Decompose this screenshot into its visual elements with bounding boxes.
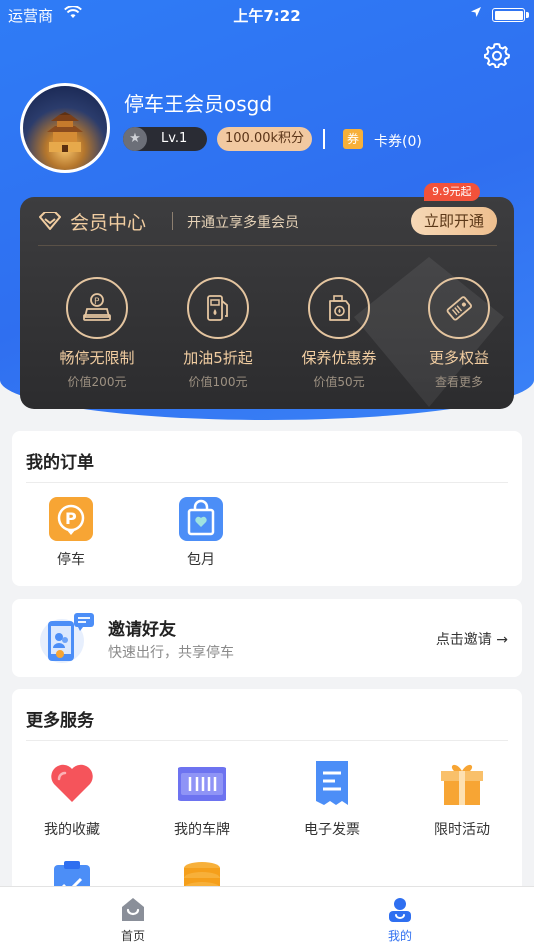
benefit-maintenance[interactable]: 保养优惠券 价值50元 (284, 277, 394, 390)
section-title: 更多服务 (26, 711, 94, 731)
coins-icon[interactable] (178, 859, 226, 889)
divider (323, 129, 325, 149)
benefit-value: 价值50元 (313, 375, 365, 389)
coupons-link[interactable]: 卡券(0) (374, 131, 422, 151)
benefit-title: 加油5折起 (183, 349, 253, 367)
location-arrow-icon (470, 6, 482, 22)
service-favorites[interactable]: 我的收藏 (12, 759, 132, 839)
license-plate-icon (176, 759, 228, 807)
vip-title: 会员中心 (70, 212, 147, 234)
benefit-parking[interactable]: P 畅停无限制 价值200元 (42, 277, 152, 390)
username: 停车王会员osgd (124, 92, 273, 116)
fuel-pump-icon (187, 277, 249, 339)
level-badge[interactable]: ★ Lv.1 (123, 127, 207, 151)
benefit-value: 价值100元 (188, 375, 248, 389)
order-parking[interactable]: P 停车 (36, 497, 106, 569)
invite-title: 邀请好友 (108, 620, 176, 640)
invite-subtitle: 快速出行，共享停车 (108, 645, 234, 661)
order-monthly[interactable]: 包月 (166, 497, 236, 569)
service-label: 限时活动 (434, 822, 490, 838)
oil-can-icon (308, 277, 370, 339)
benefit-value: 价值200元 (67, 375, 127, 389)
service-promotions[interactable]: 限时活动 (402, 759, 522, 839)
service-invoice[interactable]: 电子发票 (272, 759, 392, 839)
bottom-tab-bar: 首页 我的 (0, 886, 534, 950)
service-plates[interactable]: 我的车牌 (142, 759, 262, 839)
open-membership-button[interactable]: 立即开通 (411, 207, 497, 235)
star-icon: ★ (123, 127, 147, 151)
parking-p-icon: P (49, 497, 93, 541)
coupon-icon[interactable]: 券 (343, 129, 363, 149)
benefit-title: 保养优惠券 (301, 349, 377, 367)
status-bar: 运营商 上午7:22 (0, 0, 534, 28)
tab-label: 首页 (120, 929, 145, 943)
tab-home[interactable]: 首页 (93, 895, 173, 944)
order-label: 停车 (57, 552, 85, 568)
settings-gear-icon[interactable] (483, 42, 510, 69)
invite-friends-card[interactable]: 邀请好友 快速出行，共享停车 点击邀请 → (12, 599, 522, 677)
shopping-bag-icon (179, 497, 223, 541)
benefit-title: 更多权益 (428, 349, 489, 367)
home-icon (122, 898, 144, 921)
gift-icon (438, 759, 486, 807)
section-title: 我的订单 (26, 453, 94, 473)
benefit-value: 查看更多 (434, 375, 483, 389)
tab-label: 我的 (387, 929, 412, 943)
service-label: 电子发票 (304, 822, 360, 838)
level-text: Lv.1 (161, 131, 188, 146)
invite-phone-icon (40, 613, 94, 663)
vip-subtitle: 开通立享多重会员 (187, 215, 299, 231)
avatar[interactable] (20, 83, 110, 173)
clipboard-icon[interactable] (48, 859, 96, 889)
parking-car-icon: P (66, 277, 128, 339)
clock: 上午7:22 (233, 7, 301, 25)
points-badge[interactable]: 100.00k积分 (217, 127, 313, 151)
svg-text:P: P (94, 297, 100, 307)
invoice-icon (308, 759, 356, 807)
divider (172, 212, 173, 230)
vip-center-card[interactable]: 会员中心 开通立享多重会员 立即开通 P 畅停无限制 价值200元 加油5折起 … (20, 197, 514, 409)
tab-mine[interactable]: 我的 (360, 895, 440, 944)
service-label: 我的车牌 (174, 822, 230, 838)
ticket-icon (428, 277, 490, 339)
heart-icon (48, 759, 96, 807)
benefit-title: 畅停无限制 (59, 349, 135, 367)
benefit-more[interactable]: 更多权益 查看更多 (404, 277, 514, 390)
order-label: 包月 (187, 552, 215, 568)
price-badge: 9.9元起 (424, 183, 480, 201)
diamond-icon (39, 212, 61, 230)
bell-tower-image (47, 112, 83, 152)
divider (26, 740, 508, 741)
user-icon (389, 898, 411, 922)
divider (38, 245, 497, 246)
more-services-card: 更多服务 我的收藏 我的车牌 电子发票 限时活动 (12, 689, 522, 919)
battery-icon (492, 8, 529, 22)
invite-link[interactable]: 点击邀请 → (436, 629, 508, 649)
benefit-fuel[interactable]: 加油5折起 价值100元 (163, 277, 273, 390)
my-orders-card: 我的订单 P 停车 包月 (12, 431, 522, 586)
svg-text:P: P (65, 509, 77, 528)
service-label: 我的收藏 (44, 822, 100, 838)
divider (26, 482, 508, 483)
